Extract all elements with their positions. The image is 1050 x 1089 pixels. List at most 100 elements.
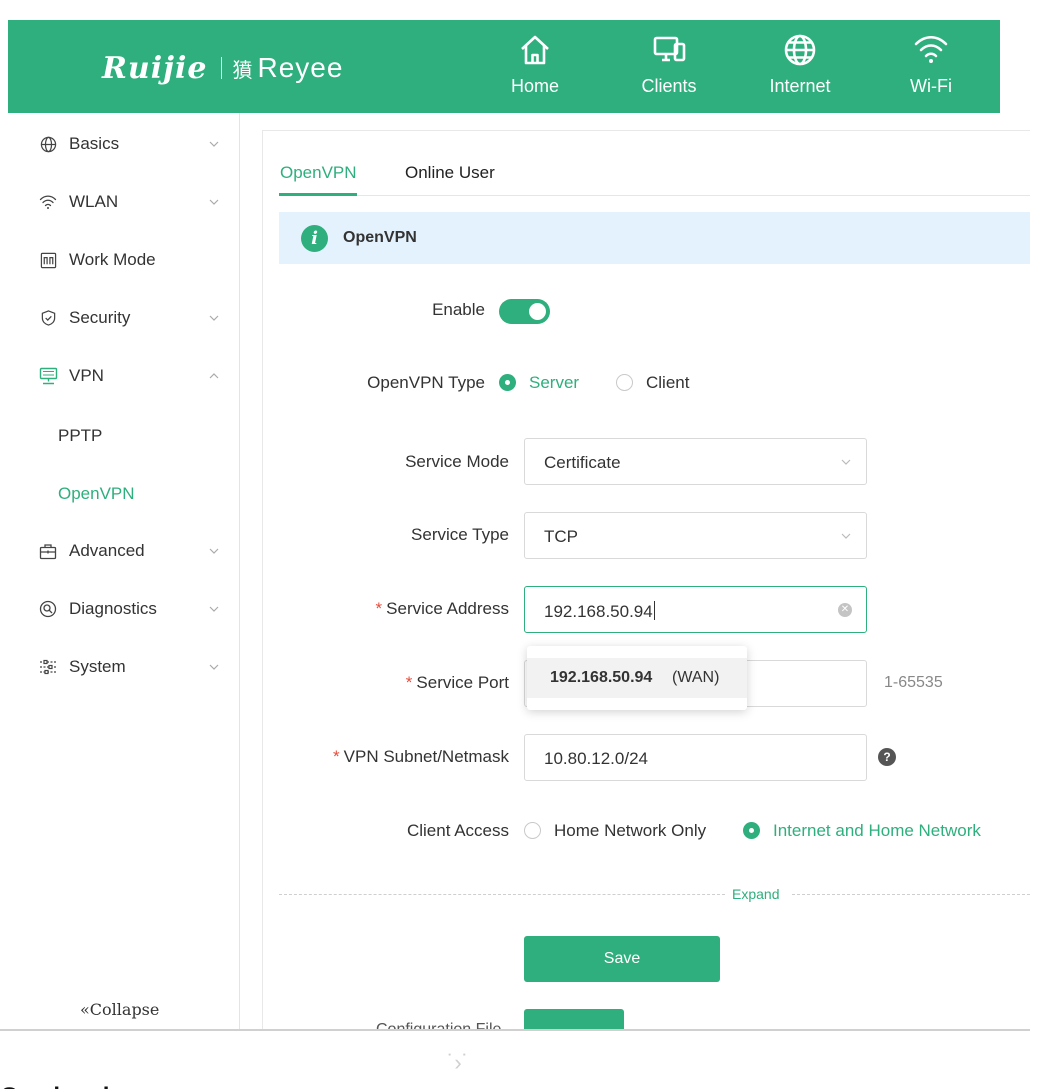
topnav-wifi-label: Wi-Fi [910,76,952,96]
chevron-down-icon [209,141,219,147]
service-address-value-wrap: 192.168.50.94 [544,601,655,622]
chevron-down-icon [209,315,219,321]
brand-separator [221,57,223,79]
service-address-input[interactable]: 192.168.50.94 ✕ [524,586,867,633]
expand-link[interactable]: Expand [732,886,779,902]
required-mark: * [333,747,340,766]
chevron-down-icon [209,606,219,612]
sidebar-subitem-openvpn[interactable]: OpenVPN [58,484,135,504]
caption-text: Go ahead [0,1080,380,1089]
topnav-home[interactable]: Home [490,32,580,97]
sidebar-item-wlan[interactable]: WLAN [8,182,240,222]
vpn-icon [38,366,58,386]
vpn-subnet-label-text: VPN Subnet/Netmask [343,747,509,766]
enable-label: Enable [432,300,485,319]
clear-icon[interactable]: ✕ [838,603,852,617]
radio-internet-and-home-label[interactable]: Internet and Home Network [773,821,981,841]
shield-icon [38,308,58,328]
sidebar-item-label: VPN [69,366,104,385]
service-port-label-text: Service Port [416,673,509,692]
service-mode-select[interactable]: Certificate [524,438,867,485]
sidebar-item-label: WLAN [69,192,119,211]
topnav-internet[interactable]: Internet [755,32,845,97]
radio-internet-and-home[interactable] [743,822,760,839]
sidebar-subitem-pptp[interactable]: PPTP [58,426,102,446]
config-file-button[interactable] [524,1009,624,1029]
text-caret [653,601,655,620]
toggle-knob [529,303,546,320]
info-icon: i [301,225,328,252]
brand-reyee-glyph: 獖 [232,59,254,82]
tab-online-user[interactable]: Online User [405,163,495,183]
radio-client[interactable] [616,374,633,391]
topnav-clients-label: Clients [641,76,697,96]
sidebar-item-work-mode[interactable]: Work Mode [8,240,240,280]
service-address-label-text: Service Address [386,599,509,618]
chevron-down-icon [209,199,219,205]
help-icon[interactable]: ? [878,748,896,766]
brand-logo: Ruijie 獖 Reyee [102,50,343,86]
tab-openvpn[interactable]: OpenVPN [280,163,357,183]
sidebar-item-advanced[interactable]: Advanced [8,531,240,571]
brand-reyee: Reyee [257,52,344,83]
info-title: OpenVPN [343,229,417,246]
openvpn-type-label: OpenVPN Type [367,373,485,392]
vpn-subnet-label: * VPN Subnet/Netmask [333,747,509,767]
required-mark: * [405,673,413,692]
topnav-wifi[interactable]: Wi-Fi [886,32,976,97]
service-address-label: * Service Address [376,599,509,619]
chevron-down-icon [841,533,851,539]
chevron-down-icon [841,459,851,465]
work-mode-icon [38,250,58,270]
sidebar-item-label: Diagnostics [69,599,157,618]
service-port-hint: 1-65535 [884,674,943,691]
radio-home-network-only[interactable] [524,822,541,839]
service-port-label: * Service Port [406,673,509,693]
info-banner: i OpenVPN [279,212,1030,264]
sidebar-item-vpn[interactable]: VPN [8,356,240,396]
sidebar-item-basics[interactable]: Basics [8,124,240,164]
top-header: Ruijie 獖 Reyee Home Clients Internet Wi-… [8,20,1000,113]
sidebar-item-system[interactable]: System [8,647,240,687]
active-tab-indicator [279,193,357,196]
chevron-down-icon [209,548,219,554]
service-type-select[interactable]: TCP [524,512,867,559]
radio-server-label[interactable]: Server [529,373,579,393]
globe-icon [784,34,816,66]
topnav-clients[interactable]: Clients [624,32,714,97]
radio-server[interactable] [499,374,516,391]
sidebar-item-label: Basics [69,134,120,153]
chevron-down-icon [209,664,219,670]
sidebar-item-label: System [69,657,126,676]
sidebar-item-diagnostics[interactable]: Diagnostics [8,589,240,629]
sidebar-item-label: Work Mode [69,250,156,269]
topnav-internet-label: Internet [769,76,831,96]
sidebar-item-label: Security [69,308,131,327]
toolbox-icon [38,541,58,561]
enable-toggle[interactable] [499,299,550,324]
radio-home-network-only-label[interactable]: Home Network Only [554,821,706,841]
vpn-subnet-value: 10.80.12.0/24 [544,749,648,768]
save-button[interactable]: Save [524,936,720,982]
service-mode-label: Service Mode [405,452,509,471]
required-mark: * [375,599,383,618]
sidebar-item-label: Advanced [69,541,145,560]
diagnostics-icon [38,599,58,619]
monitor-icon [653,36,686,62]
autocomplete-option[interactable]: 192.168.50.94 (WAN) [527,658,747,698]
sliders-icon [38,657,58,677]
config-file-label: Configuration File [376,1018,506,1029]
radio-client-label[interactable]: Client [646,373,689,393]
home-icon [521,35,549,65]
sidebar-collapse-button[interactable]: «Collapse [80,1000,159,1019]
autocomplete-tag: (WAN) [672,669,720,686]
expand-divider-left [279,894,725,895]
service-address-value: 192.168.50.94 [544,602,653,621]
globe-icon [38,134,58,154]
address-autocomplete: 192.168.50.94 (WAN) [527,646,747,710]
vpn-subnet-input[interactable]: 10.80.12.0/24 [524,734,867,781]
brand-reyee-wrap: 獖 Reyee [232,52,343,84]
service-mode-value: Certificate [544,453,621,472]
wifi-icon [38,192,58,212]
sidebar-item-security[interactable]: Security [8,298,240,338]
